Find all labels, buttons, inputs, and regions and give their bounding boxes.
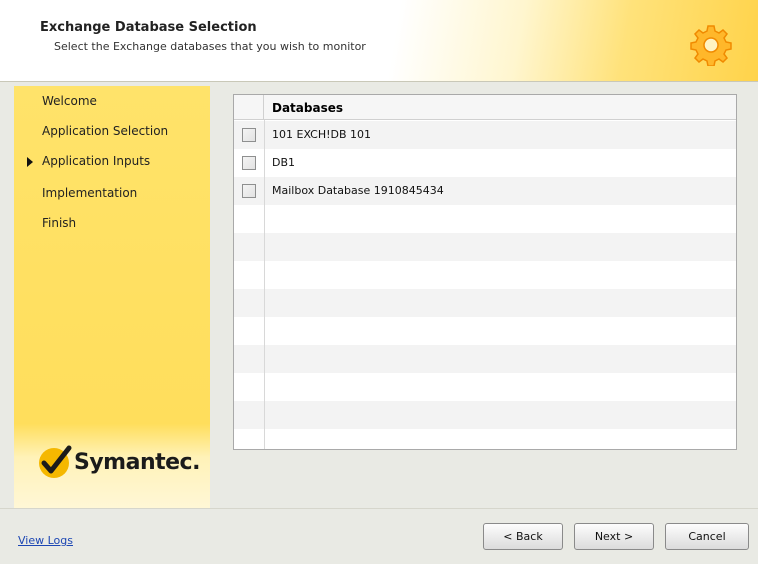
databases-grid[interactable]: Databases 101 EXCH!DB 101 DB1 Mailbox Da… — [233, 94, 737, 450]
back-button[interactable]: < Back — [483, 523, 563, 550]
row-checkbox[interactable] — [242, 128, 256, 142]
step-finish: Finish — [42, 216, 77, 230]
select-column-header[interactable] — [234, 95, 264, 120]
symantec-logo: Symantec. — [36, 442, 200, 482]
logo-text: Symantec. — [74, 449, 200, 475]
table-row[interactable]: Mailbox Database 1910845434 — [234, 177, 736, 205]
empty-row — [234, 345, 736, 373]
column-divider — [264, 120, 265, 449]
wizard-header: Exchange Database Selection Select the E… — [0, 0, 758, 82]
database-name: DB1 — [272, 156, 296, 169]
next-button[interactable]: Next > — [574, 523, 654, 550]
step-application-inputs: Application Inputs — [42, 154, 151, 168]
wizard-steps-sidebar: Welcome Application Selection Applicatio… — [14, 86, 210, 508]
database-name: Mailbox Database 1910845434 — [272, 184, 444, 197]
step-application-selection: Application Selection — [42, 124, 169, 138]
empty-row — [234, 205, 736, 233]
row-checkbox[interactable] — [242, 156, 256, 170]
page-subtitle: Select the Exchange databases that you w… — [54, 40, 366, 53]
cancel-button[interactable]: Cancel — [665, 523, 749, 550]
page-title: Exchange Database Selection — [40, 20, 257, 35]
step-implementation: Implementation — [42, 186, 138, 200]
empty-row — [234, 289, 736, 317]
databases-column-header[interactable]: Databases — [272, 101, 343, 115]
empty-row — [234, 401, 736, 429]
footer-divider — [0, 508, 758, 509]
empty-row — [234, 233, 736, 261]
empty-row — [234, 261, 736, 289]
row-checkbox[interactable] — [242, 184, 256, 198]
empty-row — [234, 317, 736, 345]
checkmark-logo-icon — [39, 445, 72, 478]
step-welcome: Welcome — [42, 94, 97, 108]
empty-row — [234, 429, 736, 449]
table-row[interactable]: DB1 — [234, 149, 736, 177]
empty-row — [234, 373, 736, 401]
grid-header: Databases — [234, 95, 736, 120]
table-row[interactable]: 101 EXCH!DB 101 — [234, 121, 736, 149]
view-logs-link[interactable]: View Logs — [18, 534, 73, 547]
current-step-arrow-icon — [27, 157, 33, 167]
database-name: 101 EXCH!DB 101 — [272, 128, 372, 141]
gear-icon — [690, 25, 732, 66]
